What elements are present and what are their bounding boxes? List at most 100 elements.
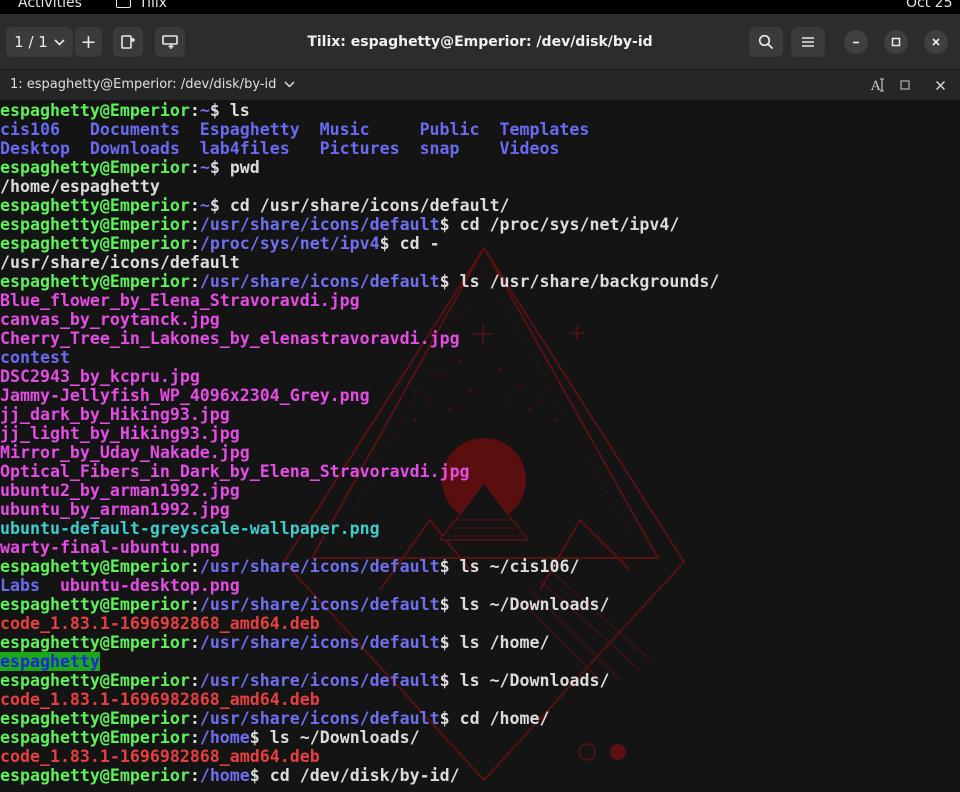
listing-entry: lab4files xyxy=(199,139,290,158)
terminal-title-bar: 1: espaghetty@Emperior: /dev/disk/by-id … xyxy=(0,70,960,100)
hamburger-menu-icon xyxy=(802,37,814,47)
output-text: jj_dark_by_Hiking93.jpg xyxy=(0,405,230,424)
prompt-symbol: $ xyxy=(439,709,450,728)
listing-entry: snap xyxy=(419,139,460,158)
prompt-separator: : xyxy=(189,215,200,234)
activities-button[interactable]: Activities xyxy=(18,0,82,11)
output-line: contest xyxy=(0,348,960,367)
prompt-symbol: $ xyxy=(209,196,220,215)
output-text: Jammy-Jellyfish_WP_4096x2304_Grey.png xyxy=(0,386,370,405)
maximize-terminal-button[interactable] xyxy=(895,75,915,95)
maximize-icon xyxy=(891,37,901,47)
output-line: Optical_Fibers_in_Dark_by_Elena_Stravora… xyxy=(0,462,960,481)
output-text: ubuntu-default-greyscale-wallpaper.png xyxy=(0,519,380,538)
output-line: jj_dark_by_Hiking93.jpg xyxy=(0,405,960,424)
prompt-line: espaghetty@Emperior:/usr/share/icons/def… xyxy=(0,671,960,690)
prompt-separator: : xyxy=(189,158,200,177)
search-button[interactable] xyxy=(749,27,783,57)
output-text: jj_light_by_Hiking93.jpg xyxy=(0,424,240,443)
prompt-separator: : xyxy=(189,728,200,747)
terminal-title: 1: espaghetty@Emperior: /dev/disk/by-id xyxy=(10,77,277,92)
prompt-line: espaghetty@Emperior:/usr/share/icons/def… xyxy=(0,595,960,614)
terminal-title-dropdown[interactable]: 1: espaghetty@Emperior: /dev/disk/by-id xyxy=(10,77,295,92)
prompt-line: espaghetty@Emperior:/usr/share/icons/def… xyxy=(0,557,960,576)
session-counter: 1 / 1 xyxy=(14,33,48,51)
close-icon xyxy=(935,80,945,90)
output-line: code_1.83.1-1696982868_amd64.deb xyxy=(0,747,960,766)
output-line: Mirror_by_Uday_Nakade.jpg xyxy=(0,443,960,462)
prompt-user: espaghetty@Emperior xyxy=(0,215,190,234)
maximize-button[interactable] xyxy=(884,30,908,54)
listing-entry: ubuntu-desktop.png xyxy=(59,576,240,595)
output-line: Labs ubuntu-desktop.png xyxy=(0,576,960,595)
prompt-line: espaghetty@Emperior:~$ cd /usr/share/ico… xyxy=(0,196,960,215)
listing-entry: cis106 xyxy=(0,120,60,139)
system-top-bar: Activities Tilix Oct 25 xyxy=(0,0,960,14)
session-switcher-button[interactable]: 1 / 1 xyxy=(6,27,73,57)
prompt-line: espaghetty@Emperior:/proc/sys/net/ipv4$ … xyxy=(0,234,960,253)
command-text: ls ~/cis106/ xyxy=(449,557,580,576)
minimize-button[interactable] xyxy=(844,30,868,54)
command-text: cd - xyxy=(389,234,440,253)
prompt-user: espaghetty@Emperior xyxy=(0,101,190,120)
prompt-line: espaghetty@Emperior:/home$ cd /dev/disk/… xyxy=(0,766,960,785)
output-line: DSC2943_by_kcpru.jpg xyxy=(0,367,960,386)
command-text: ls /home/ xyxy=(449,633,550,652)
prompt-path: ~ xyxy=(199,196,210,215)
split-right-icon xyxy=(121,35,135,49)
output-line: code_1.83.1-1696982868_amd64.deb xyxy=(0,690,960,709)
terminal-view[interactable]: espaghetty@Emperior:~$ ls cis106 Documents… xyxy=(0,100,960,792)
close-button[interactable] xyxy=(924,30,948,54)
prompt-symbol: $ xyxy=(439,595,450,614)
main-menu-button[interactable] xyxy=(791,27,825,57)
prompt-path: /home xyxy=(199,766,250,785)
split-down-button[interactable] xyxy=(155,27,185,57)
prompt-path: /usr/share/icons/default xyxy=(199,215,440,234)
search-icon xyxy=(758,34,774,50)
prompt-user: espaghetty@Emperior xyxy=(0,595,190,614)
svg-text:A: A xyxy=(870,79,881,94)
close-icon xyxy=(932,38,940,46)
prompt-user: espaghetty@Emperior xyxy=(0,728,190,747)
prompt-path: /usr/share/icons/default xyxy=(199,671,440,690)
prompt-line: espaghetty@Emperior:/home$ ls ~/Download… xyxy=(0,728,960,747)
output-line: espaghetty xyxy=(0,652,960,671)
listing-entry: Downloads xyxy=(89,139,180,158)
output-line: Desktop Downloads lab4files Pictures snap Vid… xyxy=(0,139,960,158)
app-menu[interactable]: Tilix xyxy=(116,0,167,11)
prompt-path: /usr/share/icons/default xyxy=(199,595,440,614)
add-session-button[interactable]: + xyxy=(75,27,102,57)
output-line: jj_light_by_Hiking93.jpg xyxy=(0,424,960,443)
output-text: ubuntu2_by_arman1992.jpg xyxy=(0,481,240,500)
command-text: ls xyxy=(219,101,250,120)
prompt-separator: : xyxy=(189,671,200,690)
text-cursor-icon: A xyxy=(870,78,884,94)
output-line: ubuntu_by_arman1992.jpg xyxy=(0,500,960,519)
prompt-symbol: $ xyxy=(439,633,450,652)
output-line: canvas_by_roytanck.jpg xyxy=(0,310,960,329)
close-terminal-button[interactable] xyxy=(930,75,950,95)
prompt-separator: : xyxy=(189,766,200,785)
prompt-path: ~ xyxy=(199,101,210,120)
clock[interactable]: Oct 25 xyxy=(906,0,952,11)
output-line: ubuntu2_by_arman1992.jpg xyxy=(0,481,960,500)
output-text: contest xyxy=(0,348,70,367)
split-right-button[interactable] xyxy=(113,27,143,57)
command-text: cd /proc/sys/net/ipv4/ xyxy=(449,215,680,234)
app-menu-label: Tilix xyxy=(139,0,168,11)
prompt-symbol: $ xyxy=(439,557,450,576)
prompt-path: /home xyxy=(199,728,250,747)
prompt-line: espaghetty@Emperior:~$ ls xyxy=(0,101,960,120)
prompt-symbol: $ xyxy=(209,158,220,177)
prompt-path: /usr/share/icons/default xyxy=(199,633,440,652)
read-only-toggle[interactable]: A xyxy=(868,75,888,95)
listing-entry: Labs xyxy=(0,576,40,595)
command-text: cd /dev/disk/by-id/ xyxy=(259,766,460,785)
prompt-line: espaghetty@Emperior:/usr/share/icons/def… xyxy=(0,272,960,291)
minimize-icon xyxy=(853,41,859,44)
output-line: warty-final-ubuntu.png xyxy=(0,538,960,557)
prompt-user: espaghetty@Emperior xyxy=(0,671,190,690)
tilix-app-icon xyxy=(116,0,131,8)
command-text: cd /home/ xyxy=(449,709,550,728)
prompt-path: /usr/share/icons/default xyxy=(199,709,440,728)
